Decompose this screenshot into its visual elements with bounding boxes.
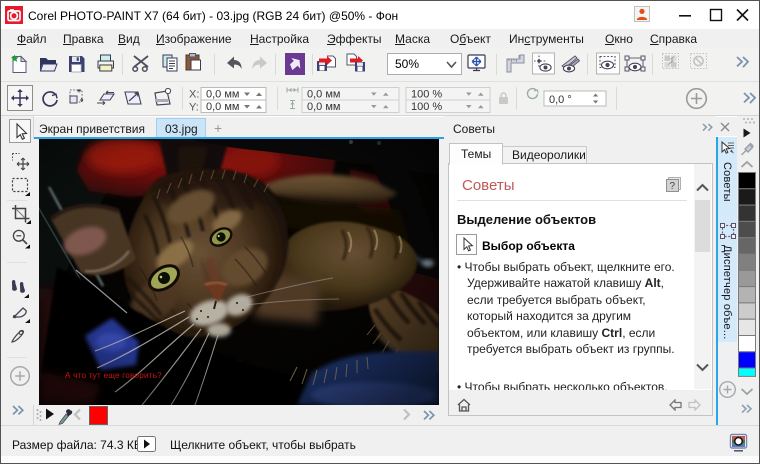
svg-text:0,0 °: 0,0 °	[549, 94, 572, 106]
svg-text:0,0 мм: 0,0 мм	[307, 89, 340, 101]
svg-text:Y:: Y:	[189, 102, 199, 114]
svg-text:0,0 мм: 0,0 мм	[206, 89, 239, 101]
svg-text:0,0 мм: 0,0 мм	[206, 101, 239, 113]
svg-text:100 %: 100 %	[411, 101, 442, 113]
svg-text:А что тут еще говорить?: А что тут еще говорить?	[65, 371, 162, 380]
svg-text:0,0 мм: 0,0 мм	[307, 101, 340, 113]
svg-text:100 %: 100 %	[411, 89, 442, 101]
svg-text:?: ?	[670, 181, 676, 192]
svg-text:X:: X:	[189, 89, 199, 101]
svg-text:50%: 50%	[395, 57, 419, 71]
